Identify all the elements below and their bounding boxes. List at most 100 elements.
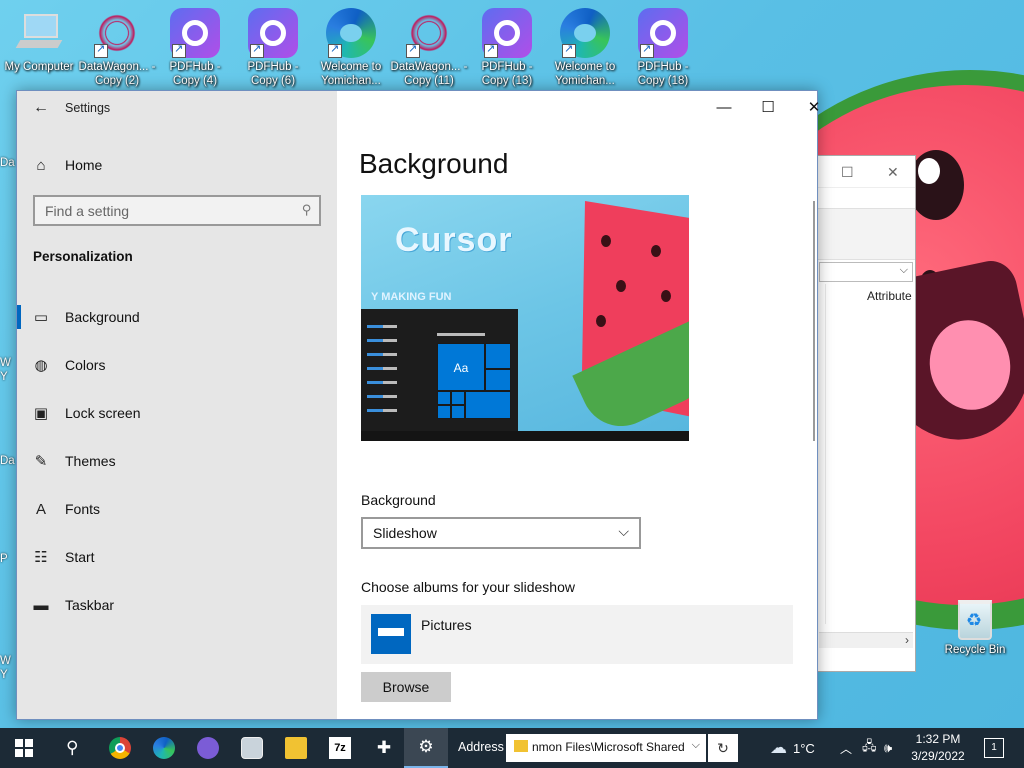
preview-start-menu: Aa	[361, 309, 518, 431]
clock-time: 1:32 PM	[915, 732, 961, 746]
desktop-icon-pdfhub[interactable]: PDFHub - Copy (18)	[624, 4, 702, 88]
preview-wallpaper-text: Cursor	[395, 221, 513, 259]
taskbar: ⚲ 7z ✚ ⚙ Address nmon Files\Microsoft Sh…	[0, 728, 1024, 768]
start-button[interactable]	[2, 728, 46, 768]
recycle-bin-icon[interactable]: Recycle Bin	[940, 600, 1010, 656]
minimize-button[interactable]: —	[701, 95, 747, 121]
browse-button[interactable]: Browse	[361, 672, 451, 702]
nav-home-label: Home	[65, 157, 103, 173]
recycle-bin-image	[958, 600, 992, 640]
desktop-icon-label: DataWagon... - Copy (11)	[390, 61, 468, 87]
weather-widget[interactable]: ☁ 1°C	[770, 728, 815, 768]
search-button[interactable]: ⚲	[50, 728, 94, 768]
nav-home[interactable]: ⌂ Home	[17, 147, 337, 183]
desktop-icon-datawagon[interactable]: DataWagon... - Copy (11)	[390, 4, 468, 88]
pdfhub-icon	[638, 8, 688, 58]
folder-icon	[371, 614, 411, 654]
settings-window[interactable]: ← Settings ⌂ Home Find a setting ⚲ Perso…	[16, 90, 820, 720]
nav-item-label: Fonts	[65, 501, 101, 517]
background-label: Background	[361, 492, 436, 508]
chevron-down-icon: ⌵	[618, 523, 629, 539]
album-name: Pictures	[421, 617, 472, 633]
preview-seed	[616, 280, 626, 292]
shortcut-arrow-icon	[250, 42, 264, 58]
preview-seed	[596, 315, 606, 327]
shortcut-arrow-icon	[94, 42, 108, 58]
explorer-maximize-button[interactable]: ☐	[841, 164, 854, 181]
shortcut-arrow-icon	[640, 42, 654, 58]
desktop-icon-pdfhub[interactable]: PDFHub - Copy (4)	[156, 4, 234, 88]
refresh-button[interactable]: ↻	[708, 734, 738, 762]
address-toolbar-input[interactable]: nmon Files\Microsoft Shared ⌵	[506, 734, 706, 762]
desktop-icon-edge[interactable]: Welcome to Yomichan...	[312, 4, 390, 88]
windows-logo-icon	[15, 739, 33, 757]
nav-item-start[interactable]: ☷ Start	[17, 533, 337, 581]
settings-titlebar: ← Settings	[17, 91, 337, 125]
mycomp-icon	[14, 8, 64, 58]
desktop-icon-label: PDFHub - Copy (4)	[169, 61, 221, 87]
desktop-icon-edge[interactable]: Welcome to Yomichan...	[546, 4, 624, 88]
clock[interactable]: 1:32 PM 3/29/2022	[906, 731, 970, 765]
album-item-pictures[interactable]: Pictures	[361, 605, 793, 664]
taskbar-app[interactable]	[186, 728, 230, 768]
explorer-address-bar[interactable]: ⌵	[819, 262, 913, 282]
themes-icon: ✎	[34, 453, 48, 470]
address-value: nmon Files\Microsoft Shared	[532, 740, 685, 754]
close-button[interactable]: ✕	[791, 95, 837, 121]
desktop-icon-pdfhub[interactable]: PDFHub - Copy (6)	[234, 4, 312, 88]
datawagon-icon	[404, 8, 454, 58]
nav-item-label: Themes	[65, 453, 116, 469]
preview-seed	[661, 290, 671, 302]
pdfhub-icon	[482, 8, 532, 58]
taskbar-icon: ▬	[33, 596, 49, 614]
folder-icon	[285, 737, 307, 759]
notification-center-button[interactable]: 1	[984, 738, 1004, 758]
maximize-button[interactable]: ☐	[745, 95, 791, 121]
content-scrollbar[interactable]	[813, 201, 815, 441]
background-preview: Cursor Y MAKING FUN Aa	[361, 195, 689, 441]
search-input[interactable]: Find a setting ⚲	[33, 195, 321, 226]
desktop-label-fragment: Da	[0, 455, 15, 467]
desktop-icon-mycomp[interactable]: My Computer	[0, 4, 78, 74]
nav-item-background[interactable]: ▭ Background	[17, 293, 337, 341]
desktop-icon-datawagon[interactable]: DataWagon... - Copy (2)	[78, 4, 156, 88]
network-icon[interactable]: 🖧	[862, 728, 877, 768]
background-type-select[interactable]: Slideshow ⌵	[361, 517, 641, 549]
chevron-down-icon[interactable]: ⌵	[692, 739, 700, 752]
chevron-down-icon[interactable]: ⌵	[900, 264, 908, 277]
taskbar-image-viewer[interactable]	[230, 728, 274, 768]
taskbar-gamepad[interactable]: ✚	[362, 728, 406, 768]
taskbar-settings[interactable]: ⚙	[404, 728, 448, 768]
shortcut-arrow-icon	[328, 42, 342, 58]
volume-icon[interactable]: 🕪	[884, 728, 892, 768]
preview-wallpaper-caption: Y MAKING FUN	[371, 291, 452, 303]
search-placeholder: Find a setting	[45, 203, 130, 219]
desktop-icon-pdfhub[interactable]: PDFHub - Copy (13)	[468, 4, 546, 88]
nav-item-lock-screen[interactable]: ▣ Lock screen	[17, 389, 337, 437]
address-toolbar-label: Address	[458, 740, 504, 754]
preview-tile	[485, 343, 511, 369]
nav-item-themes[interactable]: ✎ Themes	[17, 437, 337, 485]
explorer-horizontal-scrollbar[interactable]: ›	[819, 632, 913, 648]
chevron-right-icon[interactable]: ›	[905, 633, 909, 647]
page-title: Background	[359, 148, 509, 179]
taskbar-edge[interactable]	[142, 728, 186, 768]
taskbar-file-explorer[interactable]	[274, 728, 318, 768]
taskbar-7zip[interactable]: 7z	[318, 728, 362, 768]
nav-item-fonts[interactable]: A Fonts	[17, 485, 337, 533]
explorer-column-header[interactable]: Attribute	[867, 289, 912, 303]
explorer-titlebar[interactable]: ☐ ✕	[807, 156, 915, 188]
taskbar-chrome[interactable]	[98, 728, 142, 768]
app-icon	[197, 737, 219, 759]
explorer-close-button[interactable]: ✕	[887, 164, 899, 181]
settings-nav-list: ▭ Background ◍ Colors ▣ Lock screen ✎ Themes A Fo…	[17, 293, 337, 629]
desktop-icon-label: PDFHub - Copy (13)	[481, 61, 533, 87]
desktop-icon-label: PDFHub - Copy (6)	[247, 61, 299, 87]
settings-nav-pane: ← Settings ⌂ Home Find a setting ⚲ Perso…	[17, 91, 337, 719]
nav-item-taskbar[interactable]: ▬ Taskbar	[17, 581, 337, 629]
show-hidden-icons-button[interactable]: ︿	[840, 728, 852, 768]
back-arrow-icon[interactable]: ←	[17, 99, 65, 117]
nav-item-colors[interactable]: ◍ Colors	[17, 341, 337, 389]
edge-icon	[153, 737, 175, 759]
explorer-window[interactable]: ☐ ✕ ⌵ Attribute ›	[806, 155, 916, 672]
